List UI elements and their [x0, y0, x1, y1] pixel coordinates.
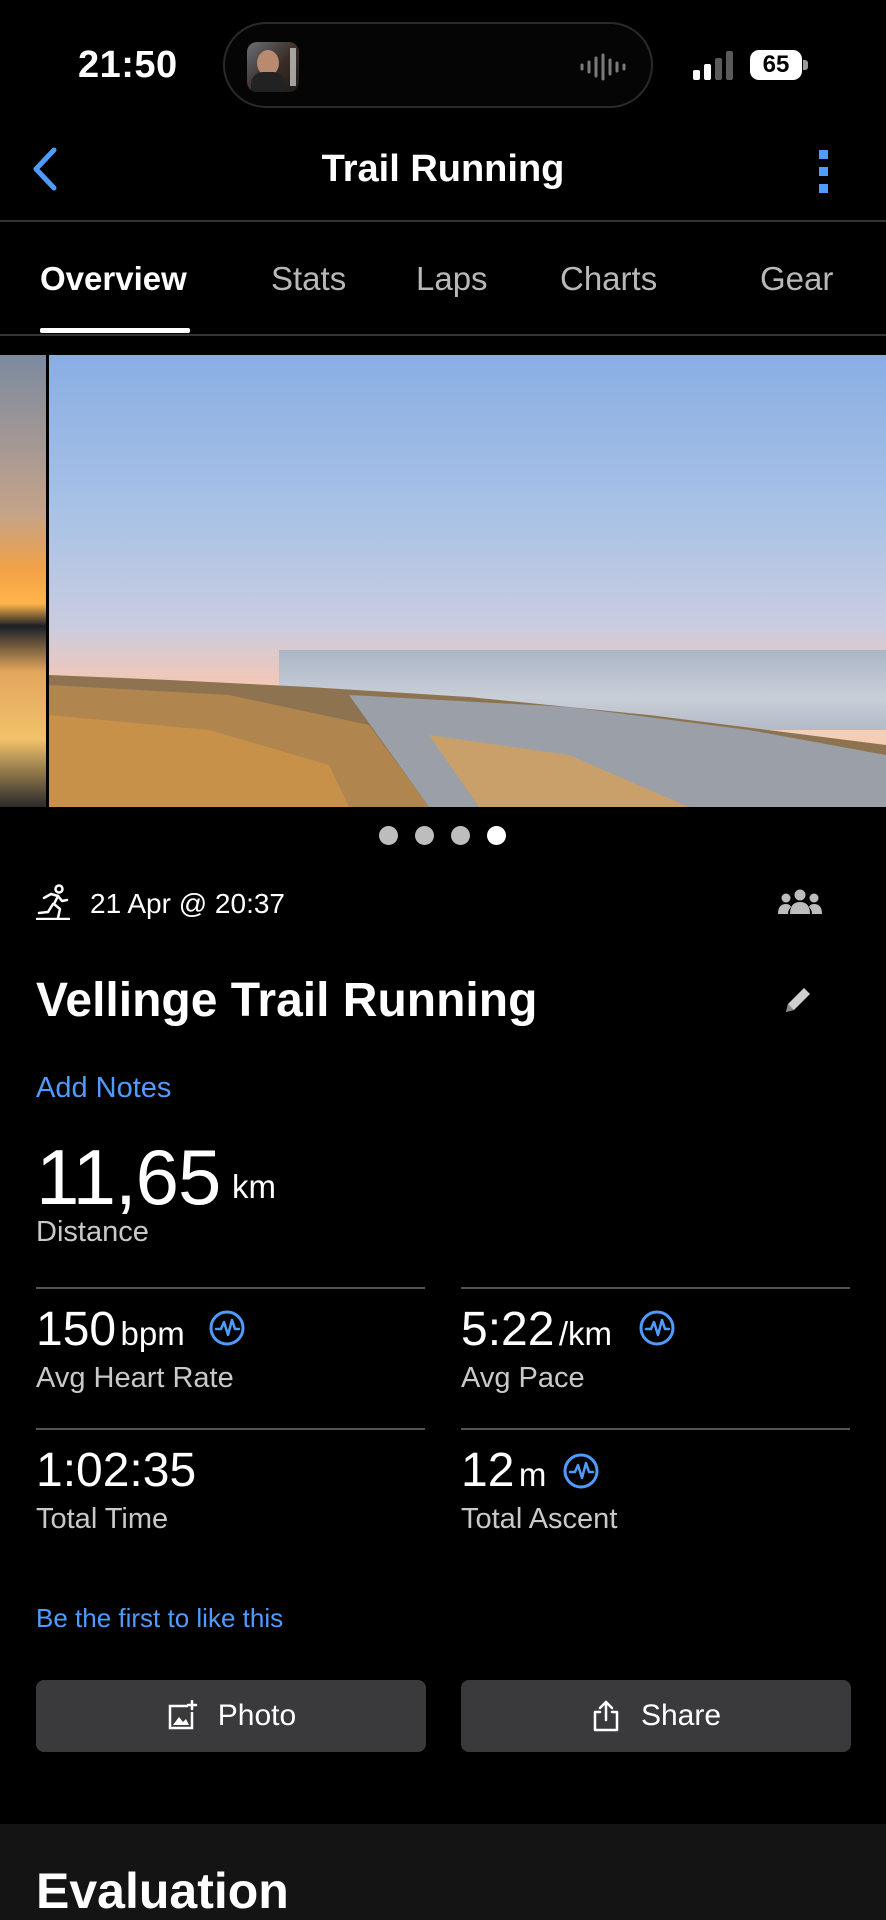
stat-avg-heart-rate[interactable]: 150 bpm [36, 1302, 185, 1357]
stat-label: Avg Heart Rate [36, 1362, 234, 1394]
podcast-artwork-thumbnail [247, 42, 299, 92]
stat-label: Total Ascent [461, 1503, 618, 1535]
stat-value: 12 [461, 1444, 515, 1497]
activity-date: 21 Apr @ 20:37 [90, 888, 286, 919]
dynamic-island[interactable] [223, 22, 653, 108]
previous-photo[interactable] [0, 355, 46, 807]
share-button[interactable]: Share [461, 1680, 851, 1752]
activity-title: Vellinge Trail Running [36, 974, 538, 1027]
photo-pagination[interactable] [379, 826, 507, 846]
distance-value: 11,65 [36, 1133, 221, 1221]
page-dot-active[interactable] [487, 826, 506, 845]
add-photo-button[interactable]: Photo [36, 1680, 426, 1752]
share-icon [593, 1700, 619, 1732]
battery-cap [803, 60, 808, 70]
cellular-signal-icon [693, 51, 733, 80]
heart-rate-zone-icon[interactable] [208, 1309, 246, 1347]
tabs-divider [0, 334, 886, 336]
like-link[interactable]: Be the first to like this [36, 1603, 283, 1634]
photo-button-label: Photo [217, 1699, 297, 1732]
waveform-icon [580, 53, 626, 81]
stat-unit: /km [558, 1315, 613, 1352]
active-tab-indicator [40, 328, 190, 333]
more-vertical-icon[interactable] [810, 148, 836, 196]
tab-overview[interactable]: Overview [40, 260, 187, 298]
stat-label: Avg Pace [461, 1362, 585, 1394]
stat-divider [461, 1287, 850, 1289]
tab-stats[interactable]: Stats [271, 260, 346, 298]
tab-charts[interactable]: Charts [560, 260, 657, 298]
stat-avg-pace[interactable]: 5:22 /km [461, 1302, 612, 1357]
elevation-zone-icon[interactable] [562, 1452, 600, 1490]
running-icon [36, 884, 70, 920]
pace-zone-icon[interactable] [638, 1309, 676, 1347]
tab-laps[interactable]: Laps [416, 260, 488, 298]
activity-photo[interactable] [49, 355, 886, 807]
stat-value: 5:22 [461, 1303, 555, 1356]
pencil-icon[interactable] [782, 984, 814, 1016]
evaluation-title: Evaluation [36, 1863, 289, 1919]
group-icon[interactable] [778, 888, 822, 916]
stat-value: 150 [36, 1303, 117, 1356]
stat-divider [36, 1287, 425, 1289]
stat-unit: m [518, 1456, 547, 1493]
nav-divider [0, 220, 886, 222]
status-time: 21:50 [78, 44, 178, 86]
share-button-label: Share [640, 1699, 722, 1732]
add-notes-link[interactable]: Add Notes [36, 1072, 171, 1105]
stat-divider [461, 1428, 850, 1430]
add-photo-icon [168, 1700, 198, 1730]
stat-divider [36, 1428, 425, 1430]
page-dot[interactable] [415, 826, 434, 845]
battery-indicator: 65 [750, 50, 802, 80]
tab-gear[interactable]: Gear [760, 260, 833, 298]
distance-label: Distance [36, 1216, 149, 1248]
stat-value: 1:02:35 [36, 1444, 197, 1497]
page-title: Trail Running [321, 148, 565, 190]
page-dot[interactable] [451, 826, 470, 845]
stat-total-time[interactable]: 1:02:35 [36, 1443, 196, 1498]
stat-label: Total Time [36, 1503, 169, 1535]
page-dot[interactable] [379, 826, 398, 845]
stat-total-ascent[interactable]: 12 m [461, 1443, 546, 1498]
distance-unit: km [232, 1168, 276, 1205]
stat-unit: bpm [120, 1315, 185, 1352]
